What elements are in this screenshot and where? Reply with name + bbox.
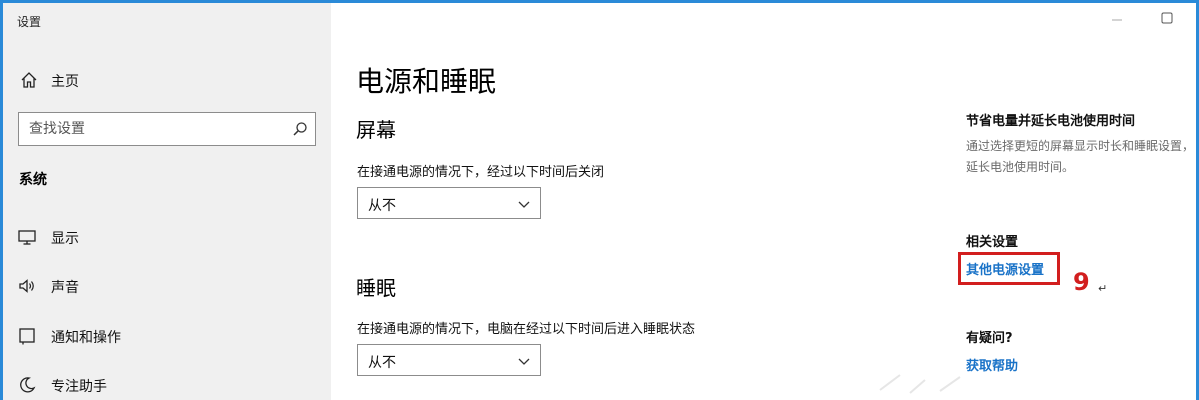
sidebar: 设置 主页 系统 显示 声音 通知 [3, 3, 331, 400]
annotation-highlight-box [958, 252, 1060, 285]
tip-text: 通过选择更短的屏幕显示时长和睡眠设置，延长电池使用时间。 [966, 139, 1195, 174]
watermark-icon [879, 374, 961, 394]
search-icon[interactable] [291, 120, 309, 138]
sidebar-item-label: 专注助手 [51, 379, 107, 395]
sidebar-item-label: 显示 [51, 231, 79, 247]
restore-icon[interactable] [1161, 12, 1173, 24]
search-input[interactable] [19, 113, 279, 145]
moon-icon [20, 377, 36, 393]
screen-description: 在接通电源的情况下，经过以下时间后关闭 [357, 165, 605, 180]
sleep-timeout-dropdown[interactable]: 从不 [357, 344, 541, 376]
annotation-mark: ↵ [1098, 282, 1108, 295]
section-label-system: 系统 [19, 172, 47, 188]
chevron-down-icon [518, 201, 530, 208]
dropdown-value: 从不 [368, 198, 396, 214]
related-settings-heading: 相关设置 [966, 235, 1019, 250]
chevron-down-icon [518, 358, 530, 365]
minimize-icon[interactable] [1112, 18, 1122, 22]
sidebar-item-label: 主页 [51, 74, 79, 90]
home-icon [21, 72, 37, 88]
sidebar-item-focus-assist[interactable]: 专注助手 [3, 367, 331, 400]
sleep-description: 在接通电源的情况下，电脑在经过以下时间后进入睡眠状态 [357, 322, 696, 337]
help-heading: 有疑问? [966, 331, 1013, 346]
screen-timeout-dropdown[interactable]: 从不 [357, 187, 541, 219]
annotation-number: 9 [1073, 268, 1090, 296]
sidebar-item-notifications[interactable]: 通知和操作 [3, 318, 331, 354]
sidebar-item-sound[interactable]: 声音 [3, 268, 331, 304]
monitor-icon [18, 230, 36, 245]
sleep-heading: 睡眠 [356, 276, 396, 300]
tip-heading: 节省电量并延长电池使用时间 [966, 114, 1136, 129]
screen-heading: 屏幕 [356, 118, 396, 142]
sidebar-item-label: 通知和操作 [51, 330, 121, 346]
dropdown-value: 从不 [368, 355, 396, 371]
speaker-icon [19, 279, 34, 293]
sidebar-item-label: 声音 [51, 280, 79, 296]
sidebar-item-home[interactable]: 主页 [3, 63, 331, 99]
notification-icon [19, 328, 35, 345]
page-title: 电源和睡眠 [356, 65, 497, 98]
sidebar-item-display[interactable]: 显示 [3, 219, 331, 255]
search-box [18, 112, 316, 146]
window-title: 设置 [17, 15, 42, 29]
